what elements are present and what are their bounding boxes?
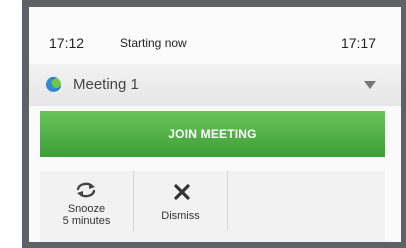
snooze-label: Snooze 5 minutes [40,203,133,227]
snooze-label-line2: 5 minutes [62,215,111,227]
dismiss-label: Dismiss [161,210,200,222]
dismiss-button[interactable]: Dismiss [134,171,227,242]
reminder-actions: Snooze 5 minutes Dismiss [40,171,385,242]
reminder-header: 17:12 Starting now 17:17 [29,7,401,60]
snooze-button[interactable]: Snooze 5 minutes [40,171,133,242]
close-icon [174,184,190,200]
start-time: 17:12 [49,35,85,51]
end-time: 17:17 [340,35,376,51]
status-text: Starting now [120,36,187,50]
globe-icon [46,77,61,92]
meeting-title: Meeting 1 [73,76,139,93]
meeting-reminder-card: 17:12 Starting now 17:17 Meeting 1 JOIN … [29,7,401,242]
divider [227,171,228,231]
join-meeting-button[interactable]: JOIN MEETING [40,111,385,157]
refresh-icon [76,182,96,198]
chevron-down-icon[interactable] [364,81,376,89]
meeting-selector[interactable]: Meeting 1 [29,64,401,106]
snooze-label-line1: Snooze [67,203,106,215]
